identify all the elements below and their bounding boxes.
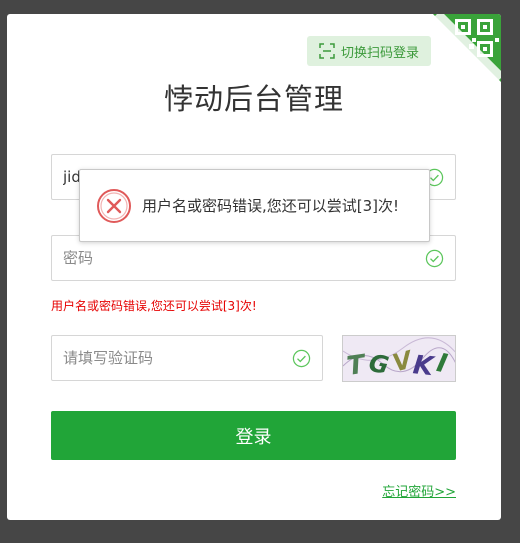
qr-code-icon[interactable] — [433, 14, 501, 82]
login-card: 切换扫码登录 悖动后台管理 用户名或密码错误,您还可以尝试[3]次! T — [7, 14, 501, 520]
check-circle-icon — [292, 349, 311, 368]
captcha-image[interactable]: T G V K I — [342, 335, 456, 382]
login-button[interactable]: 登录 — [51, 411, 456, 460]
qr-corner-toggle[interactable] — [433, 14, 501, 82]
captcha-input[interactable] — [63, 349, 273, 367]
scan-icon — [319, 43, 335, 59]
error-toast-message: 用户名或密码错误,您还可以尝试[3]次! — [142, 197, 400, 215]
check-circle-icon — [425, 249, 444, 268]
error-toast: 用户名或密码错误,您还可以尝试[3]次! — [79, 169, 430, 242]
switch-qr-login-button[interactable]: 切换扫码登录 — [307, 36, 431, 66]
captcha-field[interactable] — [51, 335, 323, 381]
error-circle-icon — [97, 188, 131, 223]
switch-qr-login-label: 切换扫码登录 — [341, 45, 420, 61]
forgot-password-link[interactable]: 忘记密码>> — [382, 481, 456, 500]
login-error-message: 用户名或密码错误,您还可以尝试[3]次! — [51, 299, 257, 313]
password-input[interactable] — [63, 249, 403, 267]
page-title: 悖动后台管理 — [163, 82, 344, 116]
captcha-graphic: T G V K I — [343, 336, 455, 381]
